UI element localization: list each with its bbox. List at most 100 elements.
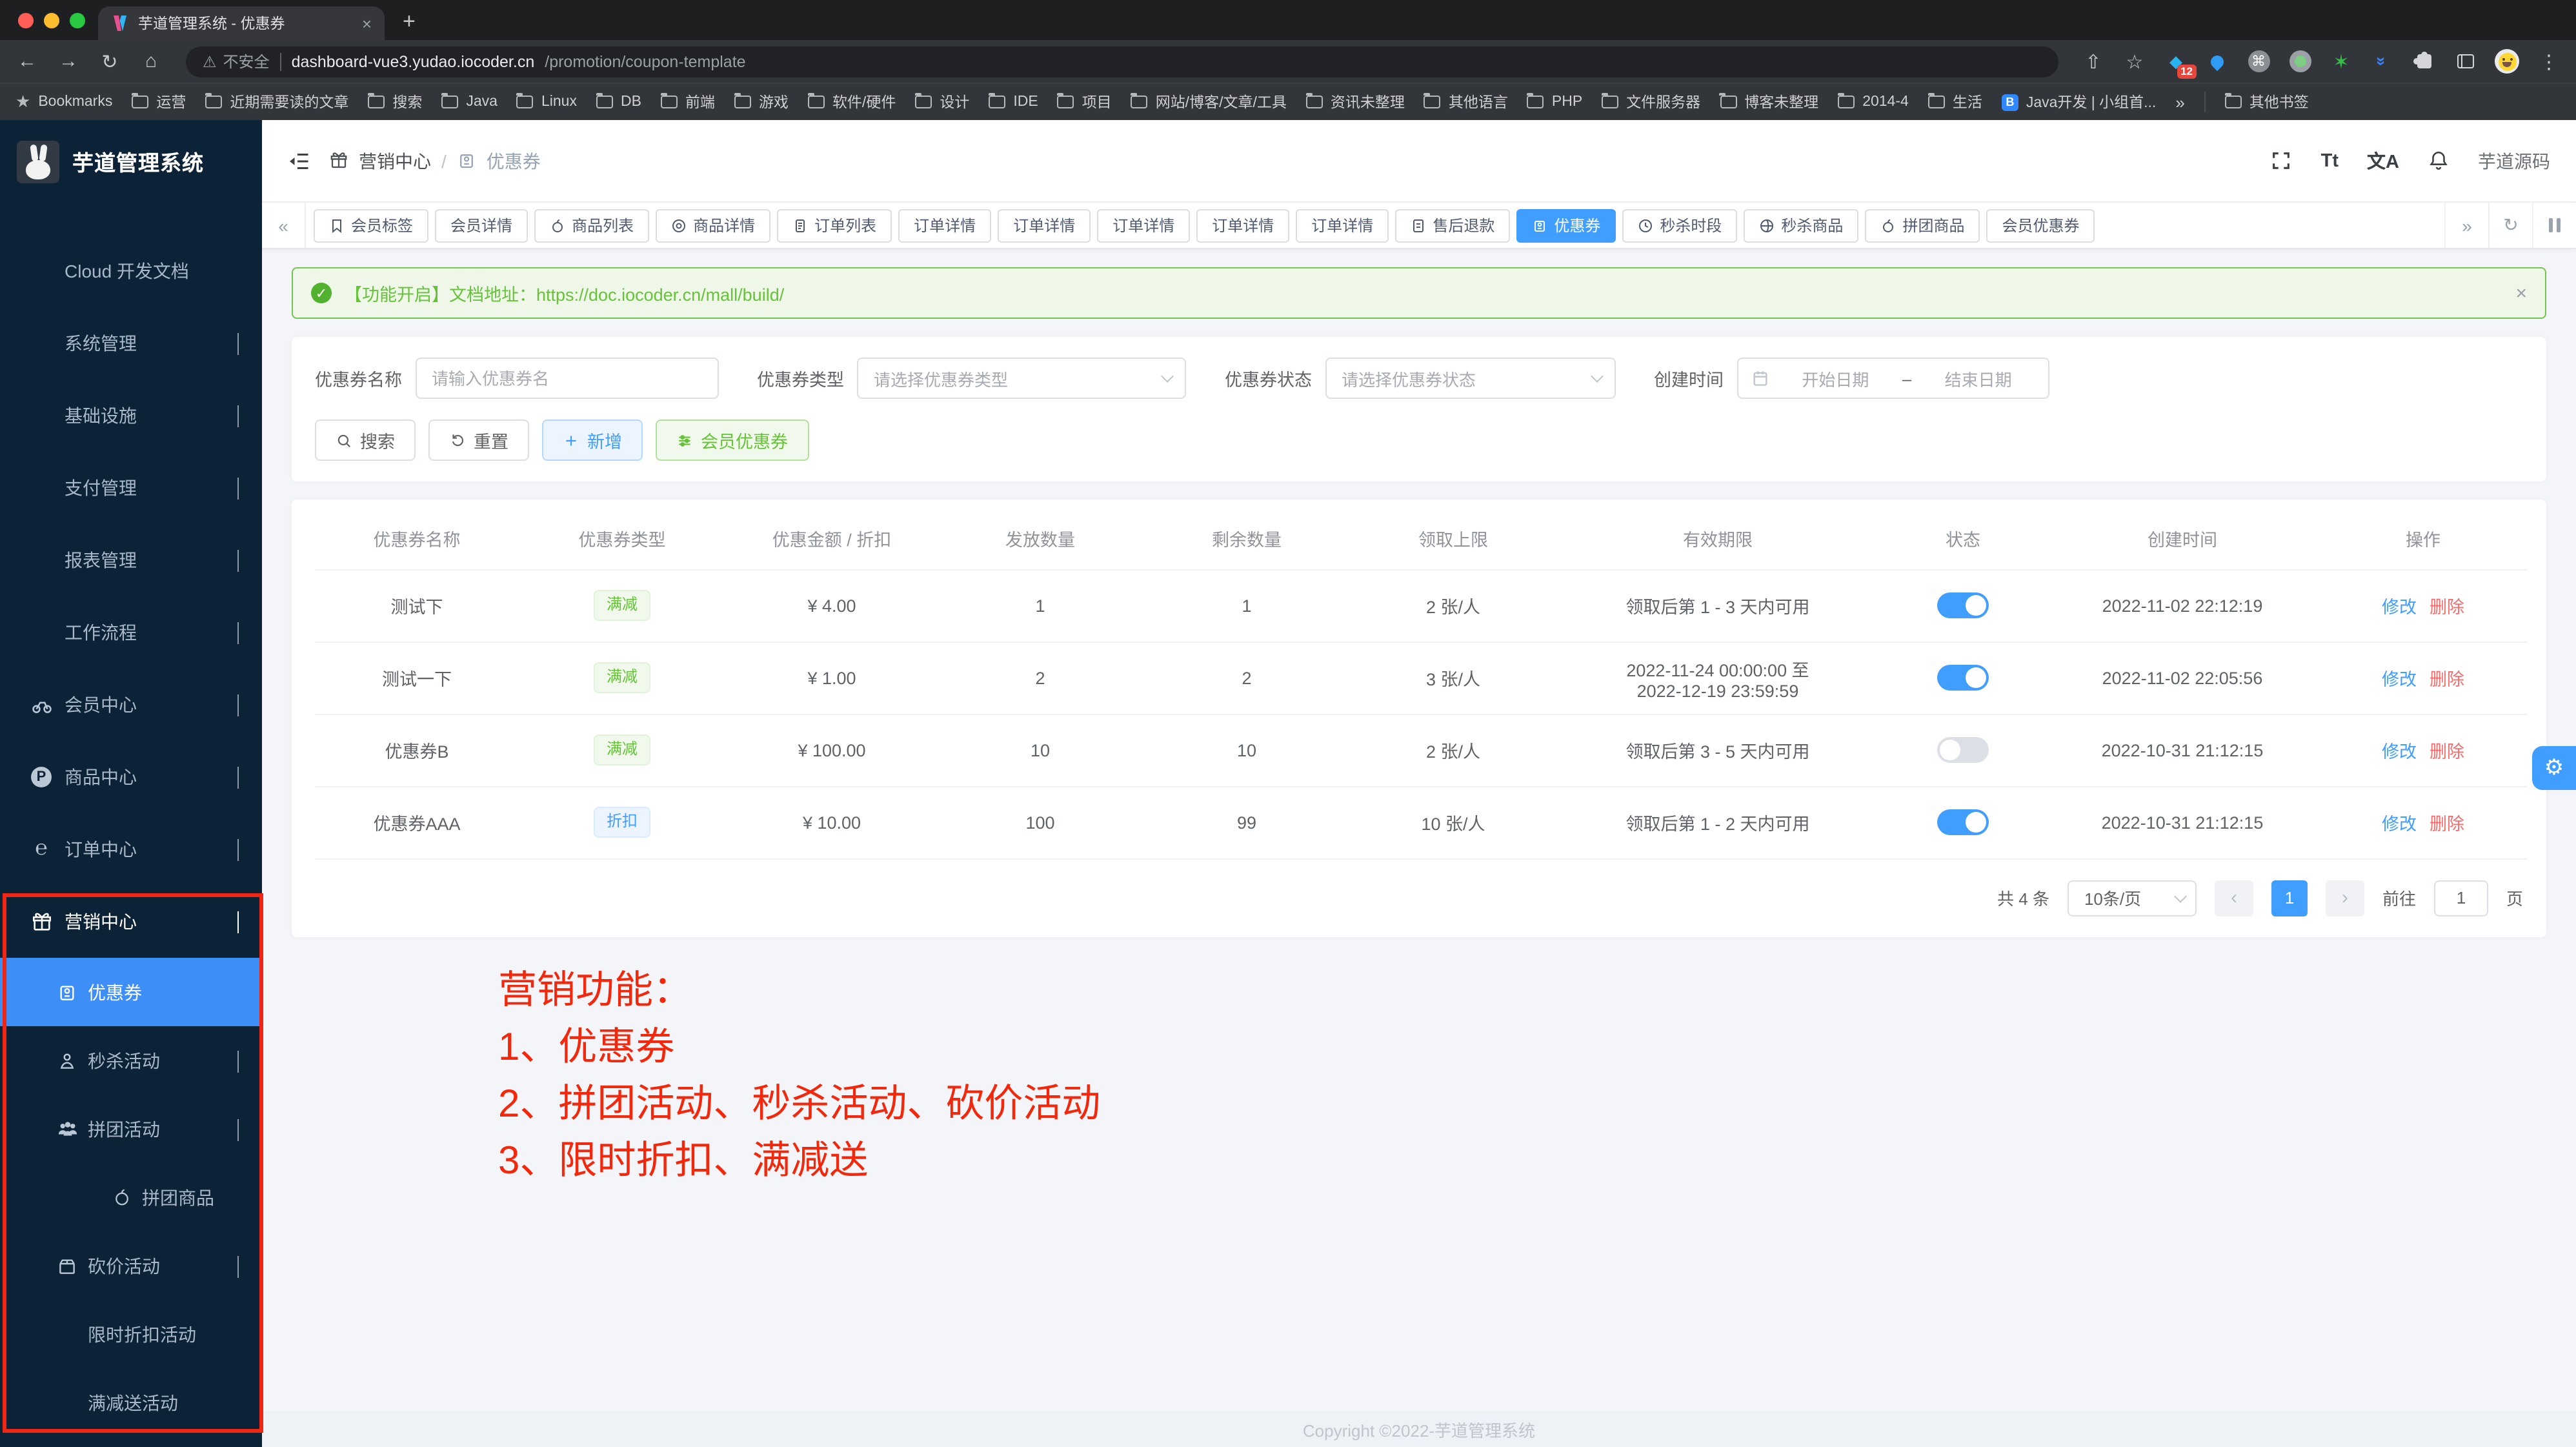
search-button[interactable]: 搜索 bbox=[315, 420, 416, 461]
bookmarks-root[interactable]: ★ Bookmarks bbox=[15, 92, 112, 112]
reset-button[interactable]: 重置 bbox=[428, 420, 529, 461]
bookmark-folder[interactable]: Linux bbox=[517, 94, 577, 110]
sidebar-item-cloud-docs[interactable]: Cloud 开发文档 bbox=[0, 235, 262, 307]
create-button[interactable]: 新增 bbox=[542, 420, 643, 461]
tab-order-detail[interactable]: 订单详情 bbox=[898, 208, 991, 242]
bookmark-folder[interactable]: 2014-4 bbox=[1838, 94, 1909, 110]
browser-tab[interactable]: 芋道管理系统 - 优惠券 × bbox=[98, 6, 385, 40]
status-toggle-off[interactable] bbox=[1937, 737, 1989, 763]
fullscreen-button[interactable] bbox=[2271, 150, 2293, 172]
coupon-type-select[interactable]: 请选择优惠券类型 bbox=[857, 358, 1186, 399]
delete-link[interactable]: 删除 bbox=[2430, 737, 2464, 763]
page-number-active[interactable]: 1 bbox=[2271, 880, 2308, 916]
zoom-window-button[interactable] bbox=[70, 13, 85, 28]
bookmark-folder[interactable]: 资讯未整理 bbox=[1306, 92, 1405, 112]
tab-coupon-active[interactable]: 优惠券 bbox=[1516, 208, 1616, 242]
tab-groupon-product[interactable]: 拼团商品 bbox=[1865, 208, 1980, 242]
tab-order-detail[interactable]: 订单详情 bbox=[998, 208, 1091, 242]
sidebar-item-product-center[interactable]: P 商品中心 bbox=[0, 741, 262, 813]
scroll-tabs-right-button[interactable]: » bbox=[2444, 203, 2488, 248]
extension-star-icon[interactable]: ✶ bbox=[2329, 50, 2353, 73]
sidebar-item-discount[interactable]: 限时折扣活动 bbox=[0, 1300, 262, 1368]
bookmark-folder[interactable]: 近期需要读的文章 bbox=[205, 92, 348, 112]
side-panel-button[interactable] bbox=[2453, 50, 2477, 73]
sidebar-item-bargain[interactable]: 砍价活动 bbox=[0, 1231, 262, 1300]
delete-link[interactable]: 删除 bbox=[2430, 592, 2464, 618]
goto-page-input[interactable] bbox=[2434, 880, 2488, 916]
bookmark-folder[interactable]: 文件服务器 bbox=[1602, 92, 1700, 112]
reload-button[interactable]: ↻ bbox=[98, 50, 121, 73]
sidebar-item-groupon-product[interactable]: 拼团商品 bbox=[0, 1163, 262, 1231]
extensions-puzzle-button[interactable] bbox=[2412, 50, 2435, 73]
bookmark-folder[interactable]: 项目 bbox=[1058, 92, 1112, 112]
browser-menu-button[interactable]: ⋮ bbox=[2537, 50, 2561, 73]
notice-close-button[interactable]: × bbox=[2515, 282, 2527, 304]
bookmark-site[interactable]: BJava开发 | 小组首... bbox=[2002, 92, 2157, 112]
bookmarks-overflow-button[interactable]: » bbox=[2175, 92, 2184, 112]
back-button[interactable]: ← bbox=[15, 50, 39, 72]
tab-seckill-product[interactable]: 秒杀商品 bbox=[1744, 208, 1858, 242]
sidebar-item-order-center[interactable]: ℮ 订单中心 bbox=[0, 813, 262, 885]
prev-page-button[interactable]: ‹ bbox=[2215, 880, 2253, 916]
bookmark-folder[interactable]: Java bbox=[441, 94, 498, 110]
forward-button[interactable]: → bbox=[57, 50, 80, 72]
extension-shortcut-icon[interactable]: ⌘ bbox=[2247, 50, 2270, 73]
tab-member-label[interactable]: 会员标签 bbox=[314, 208, 428, 242]
collapse-sidebar-button[interactable] bbox=[288, 149, 311, 172]
status-toggle-on[interactable] bbox=[1937, 665, 1989, 691]
bookmark-folder[interactable]: 前端 bbox=[661, 92, 715, 112]
coupon-status-select[interactable]: 请选择优惠券状态 bbox=[1325, 358, 1615, 399]
status-toggle-on[interactable] bbox=[1937, 809, 1989, 835]
next-page-button[interactable]: › bbox=[2326, 880, 2364, 916]
bookmark-folder[interactable]: 软件/硬件 bbox=[808, 92, 896, 112]
sidebar-item-infra[interactable]: 基础设施 bbox=[0, 379, 262, 452]
bookmark-folder[interactable]: DB bbox=[596, 94, 641, 110]
security-chip[interactable]: ⚠ 不安全 bbox=[203, 50, 270, 72]
close-tab-icon[interactable]: × bbox=[362, 14, 372, 33]
edit-link[interactable]: 修改 bbox=[2382, 665, 2417, 691]
bookmark-folder[interactable]: 博客未整理 bbox=[1720, 92, 1818, 112]
other-bookmarks[interactable]: 其他书签 bbox=[2225, 92, 2309, 112]
sidebar-item-payment[interactable]: 支付管理 bbox=[0, 452, 262, 524]
minimize-window-button[interactable] bbox=[44, 13, 59, 28]
bookmark-folder[interactable]: 运营 bbox=[132, 92, 186, 112]
notice-link[interactable]: https://doc.iocoder.cn/mall/build/ bbox=[536, 285, 784, 305]
sidebar-item-groupon[interactable]: 拼团活动 bbox=[0, 1095, 262, 1163]
tab-order-detail[interactable]: 订单详情 bbox=[1296, 208, 1389, 242]
extension-recorder-icon[interactable] bbox=[2288, 50, 2311, 73]
tab-refund[interactable]: 售后退款 bbox=[1395, 208, 1510, 242]
layout-columns-button[interactable] bbox=[2532, 203, 2576, 248]
edit-link[interactable]: 修改 bbox=[2382, 809, 2417, 835]
edit-link[interactable]: 修改 bbox=[2382, 592, 2417, 618]
extension-pin-icon[interactable] bbox=[2206, 50, 2229, 73]
address-bar[interactable]: ⚠ 不安全 dashboard-vue3.yudao.iocoder.cn/pr… bbox=[186, 46, 2058, 77]
status-toggle-on[interactable] bbox=[1937, 592, 1989, 618]
coupon-name-input[interactable] bbox=[415, 358, 718, 399]
sidebar-item-report[interactable]: 报表管理 bbox=[0, 524, 262, 596]
scroll-tabs-left-button[interactable]: « bbox=[262, 203, 306, 248]
new-tab-button[interactable]: + bbox=[403, 9, 416, 35]
home-button[interactable]: ⌂ bbox=[139, 50, 163, 72]
bookmark-folder[interactable]: 搜索 bbox=[368, 92, 422, 112]
member-coupon-button[interactable]: 会员优惠券 bbox=[656, 420, 809, 461]
breadcrumb-parent[interactable]: 营销中心 bbox=[359, 148, 431, 174]
sidebar-item-reward[interactable]: 满减送活动 bbox=[0, 1368, 262, 1437]
font-size-button[interactable]: Tt bbox=[2321, 150, 2339, 171]
tab-member-coupon[interactable]: 会员优惠券 bbox=[1986, 208, 2095, 242]
settings-fab-button[interactable]: ⚙ bbox=[2532, 746, 2576, 790]
bookmark-folder[interactable]: PHP bbox=[1527, 94, 1582, 110]
tab-product-detail[interactable]: 商品详情 bbox=[656, 208, 770, 242]
tab-product-list[interactable]: 商品列表 bbox=[534, 208, 649, 242]
bookmark-folder[interactable]: 网站/博客/文章/工具 bbox=[1131, 92, 1287, 112]
sidebar-item-seckill[interactable]: 秒杀活动 bbox=[0, 1026, 262, 1095]
bookmark-folder[interactable]: 生活 bbox=[1928, 92, 1982, 112]
extension-tampermonkey-icon[interactable]: ◆ 12 bbox=[2164, 50, 2188, 73]
language-button[interactable]: 文A bbox=[2367, 147, 2399, 174]
sidebar-item-workflow[interactable]: 工作流程 bbox=[0, 596, 262, 669]
bookmark-folder[interactable]: 设计 bbox=[915, 92, 969, 112]
bookmark-folder[interactable]: 其他语言 bbox=[1424, 92, 1508, 112]
tab-seckill-time[interactable]: 秒杀时段 bbox=[1622, 208, 1737, 242]
profile-avatar[interactable] bbox=[2495, 49, 2519, 74]
username[interactable]: 芋道源码 bbox=[2478, 148, 2550, 174]
sidebar-item-coupon[interactable]: 优惠券 bbox=[0, 958, 262, 1026]
